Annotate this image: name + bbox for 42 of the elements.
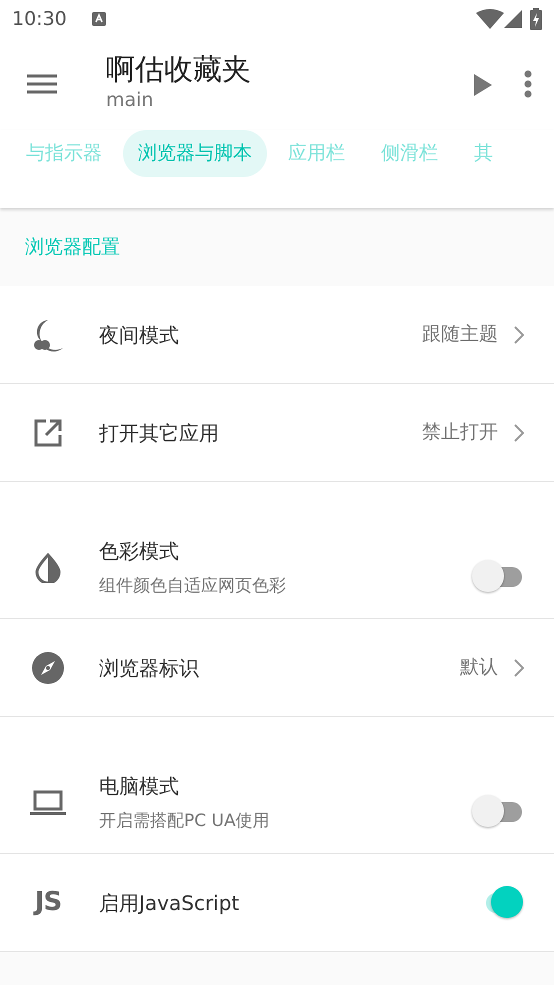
keyboard-notification-icon	[90, 11, 107, 27]
javascript-icon: JS	[34, 883, 62, 922]
app-subtitle: main	[106, 88, 154, 113]
toggle-switch[interactable]	[472, 795, 524, 829]
tab[interactable]: 应用栏	[273, 130, 360, 176]
setting-value: 跟随主题	[422, 322, 498, 348]
moon-icon	[31, 318, 65, 352]
setting-title: 色彩模式	[99, 538, 180, 566]
clock-text: 10:30	[12, 6, 67, 32]
chevron-right-icon	[514, 424, 524, 442]
more-options-icon	[524, 70, 532, 98]
setting-title: 浏览器标识	[99, 654, 200, 682]
setting-row[interactable]: 夜间模式 跟随主题	[0, 286, 554, 384]
setting-value: 默认	[460, 655, 498, 680]
setting-title: 夜间模式	[99, 322, 180, 348]
menu-icon	[26, 72, 58, 96]
laptop-icon	[30, 789, 66, 817]
external-link-icon	[33, 418, 63, 448]
app-title: 啊估收藏夹	[106, 54, 252, 86]
wifi-icon	[476, 9, 504, 29]
section-header: 浏览器配置	[25, 234, 120, 260]
setting-summary: 开启需搭配PC UA使用	[99, 810, 271, 834]
tab[interactable]: 与指示器	[11, 130, 117, 176]
setting-row[interactable]: 浏览器标识 默认	[0, 619, 554, 717]
setting-title: 打开其它应用	[99, 420, 220, 446]
toggle-switch[interactable]	[472, 560, 524, 594]
tab[interactable]: 浏览器与脚本	[123, 130, 267, 176]
setting-row[interactable]: 打开其它应用 禁止打开	[0, 384, 554, 482]
tab[interactable]: 其	[459, 130, 508, 176]
play-icon	[474, 74, 492, 96]
menu-button[interactable]	[26, 72, 58, 96]
setting-title: 启用JavaScript	[99, 890, 240, 916]
battery-charging-icon	[530, 8, 542, 30]
compass-icon	[32, 652, 64, 684]
chevron-right-icon	[514, 326, 524, 344]
setting-summary: 组件颜色自适应网页色彩	[99, 575, 287, 598]
signal-icon	[504, 10, 522, 28]
tab[interactable]: 侧滑栏	[366, 130, 453, 176]
setting-title: 电脑模式	[99, 773, 180, 800]
contrast-drop-icon	[35, 553, 61, 583]
setting-value: 禁止打开	[422, 420, 498, 446]
chevron-right-icon	[514, 658, 524, 676]
